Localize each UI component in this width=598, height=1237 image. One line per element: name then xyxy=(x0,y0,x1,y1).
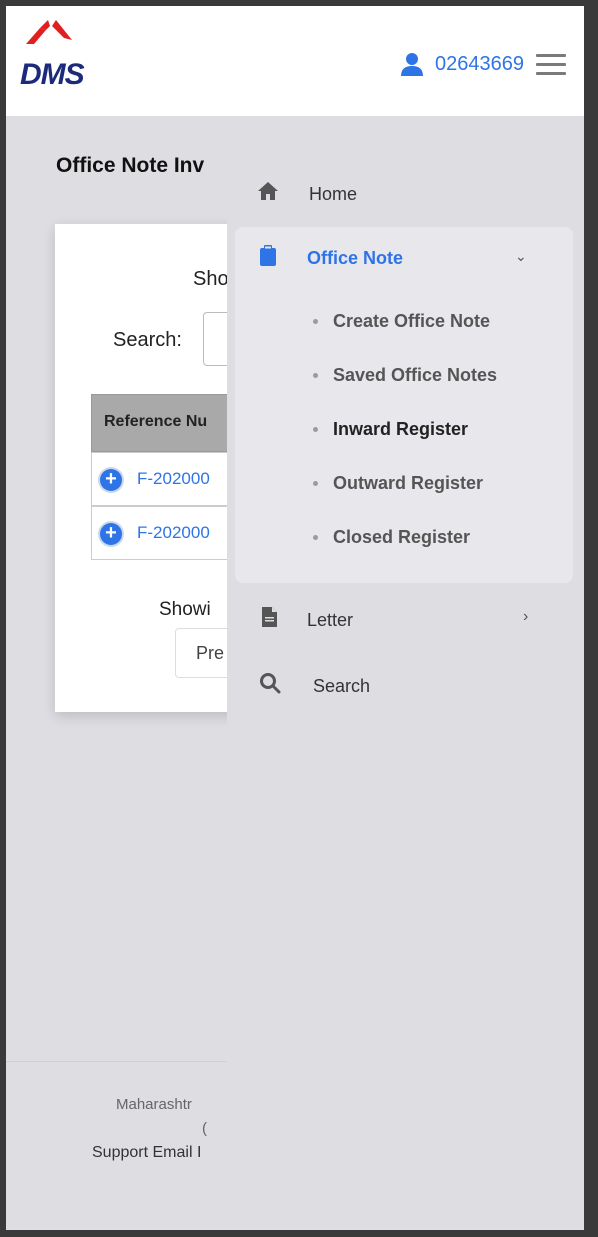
search-label: Search: xyxy=(113,329,182,351)
app-logo-text: DMS xyxy=(20,58,85,91)
menu-label-search: Search xyxy=(313,676,371,696)
menu-label-home: Home xyxy=(309,184,358,204)
page-title: Office Note Inv xyxy=(56,154,205,177)
chevron-right-icon: › xyxy=(523,608,529,625)
menu-label-letter: Letter xyxy=(307,610,354,630)
navigation-drawer: Home Office Note ⌄ Create Office Note Sa… xyxy=(227,116,584,1230)
menu-item-home[interactable]: Home xyxy=(227,168,584,218)
submenu-item-outward[interactable]: Outward Register xyxy=(333,473,483,494)
menu-item-search[interactable]: Search xyxy=(227,660,584,710)
app-frame: DMS 02643669 Office Note Inv Sho Search:… xyxy=(6,6,584,1230)
top-bar: DMS 02643669 xyxy=(6,6,584,116)
logo-icon xyxy=(26,20,72,44)
menu-item-office-note[interactable]: Office Note ⌄ xyxy=(227,232,584,282)
bullet-icon xyxy=(313,373,318,378)
bullet-icon xyxy=(313,535,318,540)
menu-label-office-note: Office Note xyxy=(307,248,404,268)
bullet-icon xyxy=(313,319,318,324)
show-entries-label: Sho xyxy=(193,268,229,290)
file-icon xyxy=(262,607,277,627)
submenu-item-saved[interactable]: Saved Office Notes xyxy=(333,365,497,386)
submenu-item-inward[interactable]: Inward Register xyxy=(333,419,468,440)
submenu-item-create[interactable]: Create Office Note xyxy=(333,311,490,332)
expand-row-icon[interactable]: + xyxy=(100,469,122,491)
previous-label: Pre xyxy=(196,643,225,663)
home-icon xyxy=(258,182,278,200)
submenu-item-closed[interactable]: Closed Register xyxy=(333,527,470,548)
search-icon xyxy=(260,673,281,694)
menu-toggle-icon[interactable] xyxy=(536,54,566,76)
reference-link[interactable]: F-202000 xyxy=(137,469,210,489)
chevron-down-icon: ⌄ xyxy=(515,248,527,264)
user-icon xyxy=(401,53,424,76)
footer-line2: ( xyxy=(202,1120,207,1137)
footer-support: Support Email I xyxy=(92,1144,202,1161)
bullet-icon xyxy=(313,481,318,486)
user-account[interactable]: 02643669 xyxy=(401,52,524,76)
showing-entries-text: Showi xyxy=(159,599,211,620)
bullet-icon xyxy=(313,427,318,432)
column-header-reference: Reference Nu xyxy=(104,413,208,430)
expand-row-icon[interactable]: + xyxy=(100,523,122,545)
footer-org: Maharashtr xyxy=(116,1096,192,1113)
user-id-text: 02643669 xyxy=(435,52,524,75)
menu-item-letter[interactable]: Letter › xyxy=(227,594,584,644)
clipboard-icon xyxy=(260,245,276,266)
reference-link[interactable]: F-202000 xyxy=(137,523,210,543)
